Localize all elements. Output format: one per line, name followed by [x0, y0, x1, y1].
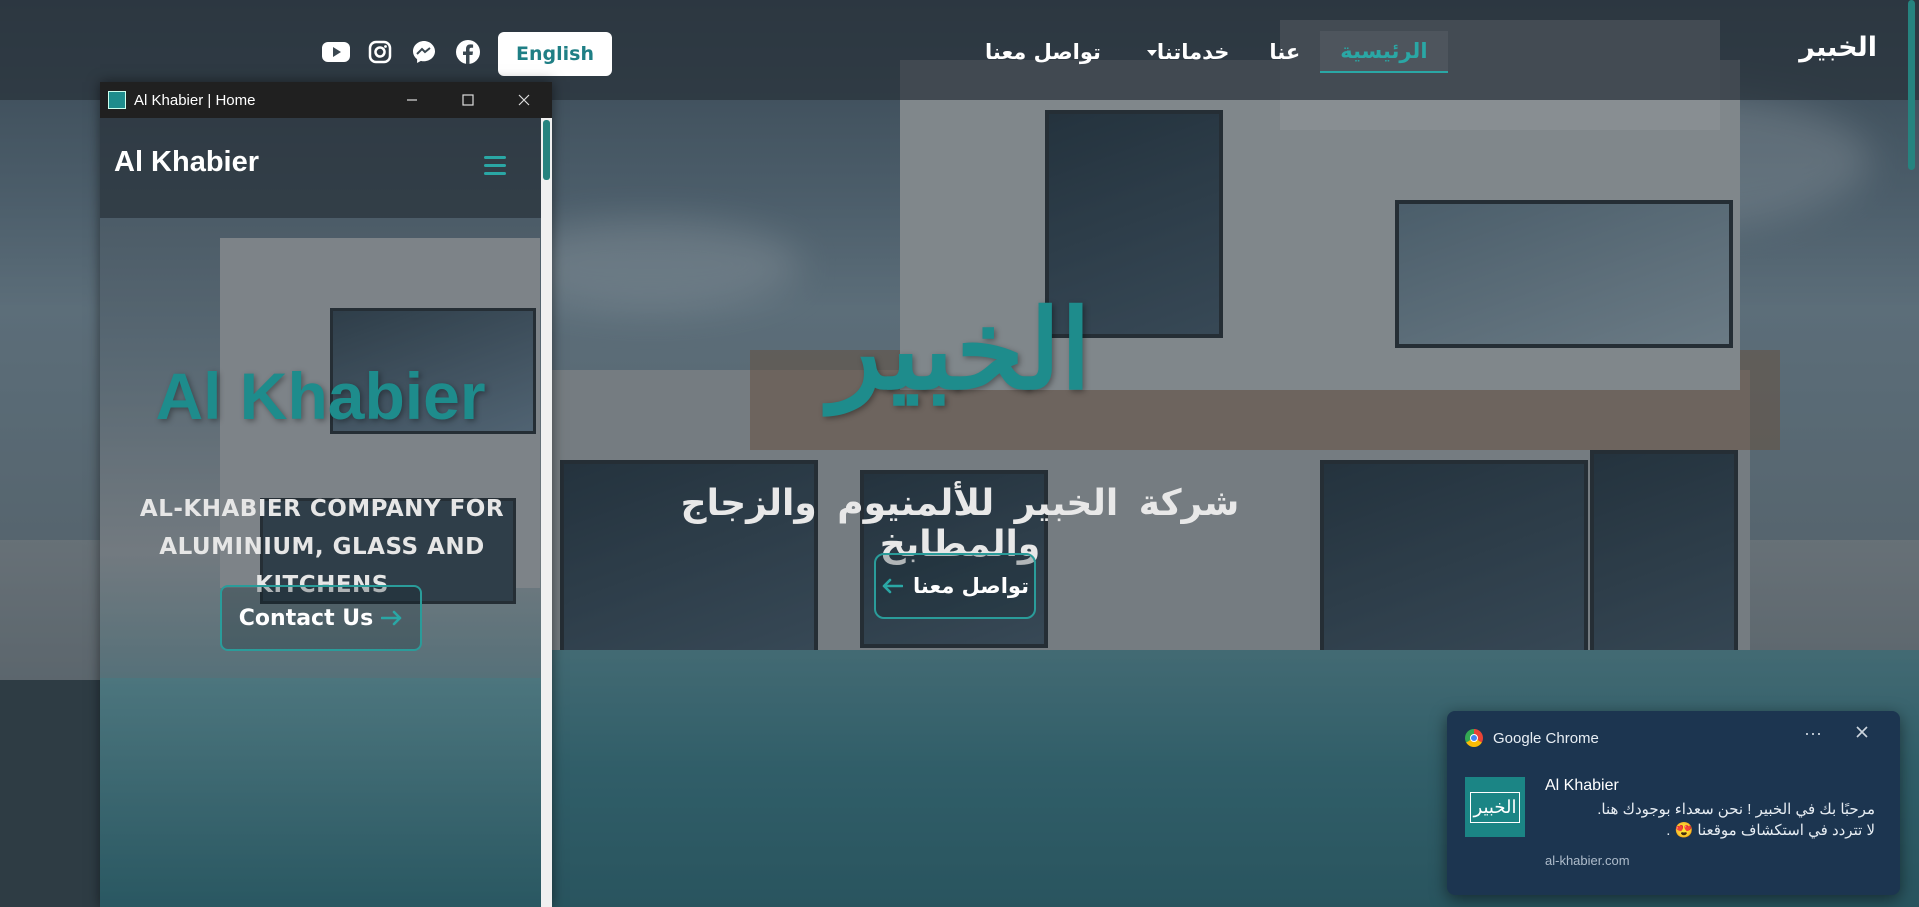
- arrow-left-icon: [882, 578, 904, 594]
- close-window-button[interactable]: [496, 82, 552, 118]
- hamburger-menu-icon[interactable]: [484, 156, 506, 180]
- more-options-icon[interactable]: ···: [1804, 723, 1822, 744]
- notification-site: al-khabier.com: [1545, 853, 1630, 868]
- main-nav: الرئيسية عنا خدماتنا تواصل معنا: [965, 31, 1448, 73]
- mobile-viewport: Al Khabier Al Khabier AL-KHABIER COMPANY…: [100, 118, 541, 907]
- social-links: [322, 38, 482, 66]
- mobile-subtitle-line: AL-KHABIER COMPANY FOR: [139, 496, 505, 522]
- notification-message-line: مرحبًا بك في الخبير ! نحن سعداء بوجودك ه…: [1597, 801, 1875, 818]
- nav-item-about[interactable]: عنا: [1249, 32, 1320, 72]
- minimize-button[interactable]: [384, 82, 440, 118]
- site-brand[interactable]: الخبير: [1799, 32, 1877, 63]
- nav-item-services-label: خدماتنا: [1156, 40, 1230, 64]
- chrome-notification[interactable]: Google Chrome ··· الخبير Al Khabier مرحب…: [1447, 711, 1900, 895]
- contact-us-button[interactable]: تواصل معنا: [874, 553, 1036, 619]
- notification-message: مرحبًا بك في الخبير ! نحن سعداء بوجودك ه…: [1545, 799, 1875, 841]
- nav-item-services[interactable]: خدماتنا: [1121, 32, 1250, 72]
- site-logo: الخبير: [1465, 777, 1525, 837]
- maximize-button[interactable]: [440, 82, 496, 118]
- chrome-icon: [1465, 729, 1483, 747]
- nav-item-contact[interactable]: تواصل معنا: [965, 32, 1121, 72]
- youtube-icon[interactable]: [322, 38, 350, 66]
- instagram-icon[interactable]: [366, 38, 394, 66]
- contact-us-label: Contact Us: [238, 605, 374, 631]
- contact-us-label: تواصل معنا: [913, 574, 1029, 598]
- mobile-hero-title: Al Khabier: [155, 359, 486, 433]
- site-favicon-icon: [108, 91, 126, 109]
- browser-window: Al Khabier | Home Al Khabier Al Khabier …: [100, 82, 552, 907]
- notification-sender: Al Khabier: [1545, 777, 1619, 794]
- close-icon[interactable]: [1855, 723, 1869, 744]
- language-button[interactable]: English: [498, 32, 612, 76]
- nav-item-home[interactable]: الرئيسية: [1320, 31, 1448, 73]
- scrollbar-thumb[interactable]: [543, 120, 550, 180]
- site-logo-text: الخبير: [1469, 791, 1521, 823]
- notification-message-line: لا تتردد في استكشاف موقعنا 😍 .: [1666, 822, 1875, 839]
- mobile-scrollbar[interactable]: [541, 118, 552, 907]
- facebook-icon[interactable]: [454, 38, 482, 66]
- mobile-header: Al Khabier: [100, 118, 541, 218]
- notification-header: Google Chrome: [1465, 729, 1599, 747]
- arrow-right-icon: [381, 610, 402, 626]
- mobile-contact-us-button[interactable]: Contact Us: [220, 585, 422, 651]
- caret-down-icon: [1146, 50, 1157, 56]
- mobile-brand[interactable]: Al Khabier: [114, 146, 259, 179]
- notification-app-name: Google Chrome: [1493, 729, 1599, 747]
- window-titlebar[interactable]: Al Khabier | Home: [100, 82, 552, 118]
- window-title: Al Khabier | Home: [134, 91, 256, 109]
- messenger-icon[interactable]: [410, 38, 438, 66]
- page-scrollbar[interactable]: [1908, 0, 1915, 170]
- hero-title: الخبير: [828, 285, 1092, 414]
